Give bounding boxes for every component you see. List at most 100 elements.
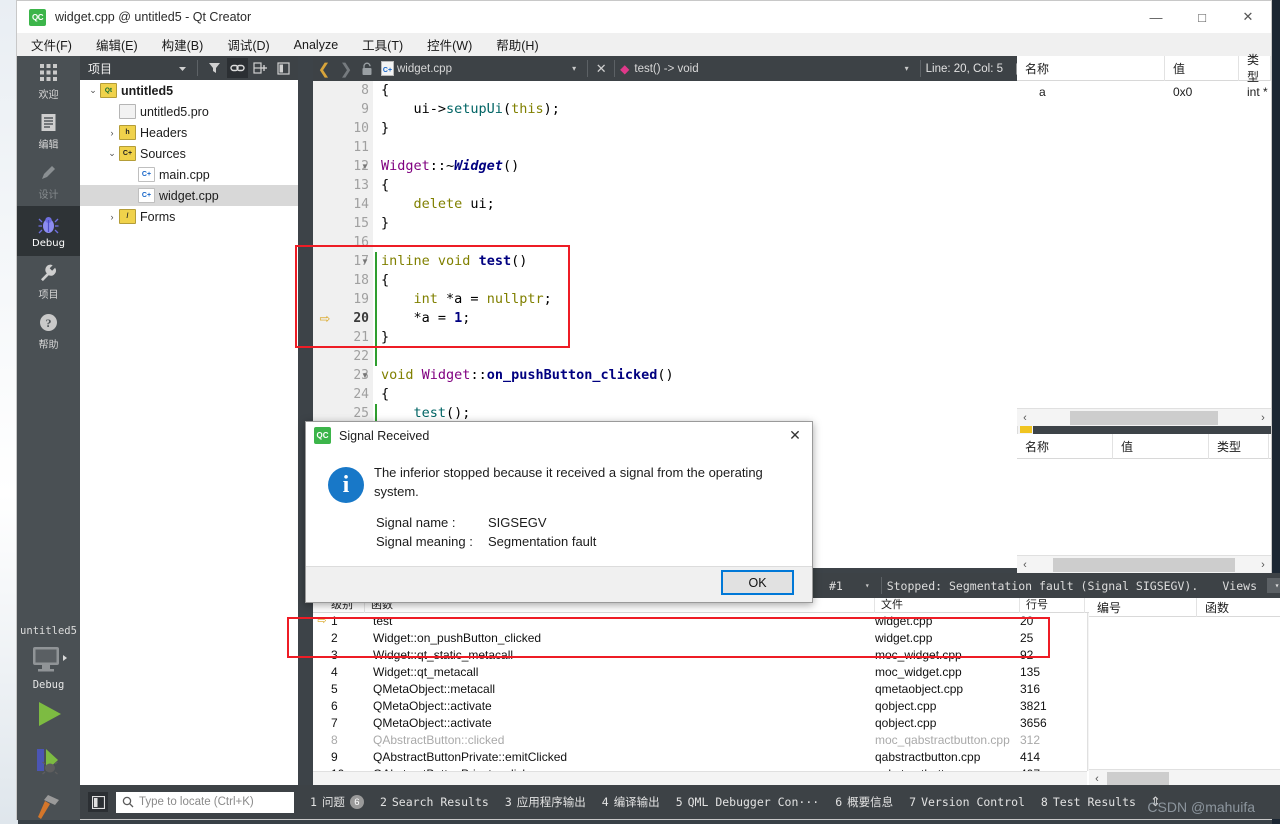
locals-rows[interactable]: a 0x0 int * xyxy=(1017,81,1271,102)
menu-analyze[interactable]: Analyze xyxy=(294,38,338,52)
menu-debug[interactable]: 调试(D) xyxy=(227,35,269,54)
minimize-icon[interactable]: — xyxy=(1133,1,1179,33)
code-line[interactable] xyxy=(373,233,1033,252)
menu-help[interactable]: 帮助(H) xyxy=(496,35,538,54)
code-line[interactable]: inline void test() xyxy=(373,252,1033,271)
code-line[interactable]: { xyxy=(373,176,1033,195)
watch-col-value[interactable]: 值 xyxy=(1113,433,1209,459)
mode-help[interactable]: ? 帮助 xyxy=(17,306,80,356)
stack-row[interactable]: 3 Widget::qt_static_metacall moc_widget.cp… xyxy=(313,647,1103,664)
fold-toggle-icon[interactable]: ▼ xyxy=(357,252,373,271)
lock-icon[interactable] xyxy=(357,62,377,76)
close-sidebar-icon[interactable] xyxy=(273,58,294,78)
editor-file-name[interactable]: widget.cpp xyxy=(397,63,452,75)
tree-item-main-cpp[interactable]: C+ main.cpp xyxy=(80,164,298,185)
mode-edit[interactable]: 编辑 xyxy=(17,106,80,156)
output-tab-2[interactable]: 2 Search Results xyxy=(380,795,489,809)
views-button[interactable]: Views xyxy=(1222,579,1257,593)
maximize-icon[interactable]: □ xyxy=(1179,1,1225,33)
split-add-icon[interactable] xyxy=(250,58,271,78)
output-tab-6[interactable]: 6 概要信息 xyxy=(835,794,893,810)
sidebar-toggle-icon[interactable] xyxy=(88,792,108,812)
watch-col-name[interactable]: 名称 xyxy=(1017,433,1113,459)
watch-hscrollbar[interactable]: ‹ › xyxy=(1017,555,1271,573)
menu-tools[interactable]: 工具(T) xyxy=(362,35,403,54)
code-line[interactable] xyxy=(373,138,1033,157)
output-pane-tabs[interactable]: 1 问题 6 2 Search Results 3 应用程序输出 4 编译输出 5 QML Debu… xyxy=(294,794,1136,810)
locals-col-value[interactable]: 值 xyxy=(1165,55,1239,81)
menu-edit[interactable]: 编辑(E) xyxy=(96,35,138,54)
code-line[interactable] xyxy=(373,347,1033,366)
watch-hscroll-thumb[interactable] xyxy=(1053,557,1235,572)
stack-rows[interactable]: ⇨ 1 test widget.cpp 20 2 Widget::on_pushButton… xyxy=(313,613,1103,783)
tree-item-forms[interactable]: › / Forms xyxy=(80,206,298,227)
file-dropdown-caret-icon[interactable]: ▾ xyxy=(572,64,576,73)
code-line[interactable]: } xyxy=(373,214,1033,233)
locals-col-type[interactable]: 类型 xyxy=(1239,53,1271,84)
scroll-left-icon[interactable]: ‹ xyxy=(1017,559,1033,571)
breakpoints-col-number[interactable]: 编号 xyxy=(1089,597,1197,617)
scroll-right-icon[interactable]: › xyxy=(1255,412,1271,424)
stack-row[interactable]: 4 Widget::qt_metacall moc_widget.cpp 135 xyxy=(313,664,1103,681)
thread-caret-icon[interactable]: ▾ xyxy=(865,581,870,590)
breakpoints-hscroll-thumb[interactable] xyxy=(1107,771,1169,786)
locals-col-name[interactable]: 名称 xyxy=(1017,55,1165,81)
code-line[interactable]: *a = 1; xyxy=(373,309,1033,328)
mode-projects[interactable]: 项目 xyxy=(17,256,80,306)
output-tab-8[interactable]: 8 Test Results xyxy=(1041,795,1136,809)
stack-row[interactable]: 7 QMetaObject::activate qobject.cpp 3656 xyxy=(313,715,1103,732)
code-line[interactable]: int *a = nullptr; xyxy=(373,290,1033,309)
tree-item-widget-cpp[interactable]: C+ widget.cpp xyxy=(80,185,298,206)
chevron-right-icon[interactable]: › xyxy=(105,212,119,222)
stack-row[interactable]: 2 Widget::on_pushButton_clicked widget.cpp… xyxy=(313,630,1103,647)
stack-row[interactable]: ⇨ 1 test widget.cpp 20 xyxy=(313,613,1103,630)
start-debugging-button[interactable] xyxy=(17,737,80,783)
chevron-down-icon[interactable]: ⌄ xyxy=(86,85,100,96)
ok-button[interactable]: OK xyxy=(721,570,794,595)
run-button[interactable] xyxy=(17,691,80,737)
watch-col-type[interactable]: 类型 xyxy=(1209,433,1269,459)
watch-rows[interactable] xyxy=(1017,459,1271,551)
tree-item-headers[interactable]: › h Headers xyxy=(80,122,298,143)
navigate-back-icon[interactable]: ❮ xyxy=(313,60,335,78)
project-tree[interactable]: ⌄ Qt untitled5 untitled5.pro › h Headers ⌄ C+ Sou… xyxy=(80,80,298,787)
stack-col-file[interactable]: 文件 xyxy=(875,598,1020,613)
breakpoints-rows[interactable] xyxy=(1089,617,1280,769)
fold-toggle-icon[interactable]: ▼ xyxy=(357,157,373,176)
close-icon[interactable]: ✕ xyxy=(1225,1,1271,33)
output-tab-1[interactable]: 1 问题 6 xyxy=(310,794,364,810)
scroll-right-icon[interactable]: › xyxy=(1255,559,1271,571)
build-button[interactable] xyxy=(17,783,80,824)
code-line[interactable]: void Widget::on_pushButton_clicked() xyxy=(373,366,1033,385)
link-icon[interactable] xyxy=(227,58,248,78)
stack-row[interactable]: 9 QAbstractButtonPrivate::emitClicked qabs… xyxy=(313,749,1103,766)
mode-design[interactable]: 设计 xyxy=(17,156,80,206)
code-line[interactable]: Widget::~Widget() xyxy=(373,157,1033,176)
views-caret-icon[interactable]: ▾ xyxy=(1267,578,1280,593)
tree-item-sources[interactable]: ⌄ C+ Sources xyxy=(80,143,298,164)
locator-input[interactable]: Type to locate (Ctrl+K) xyxy=(116,791,294,813)
navigate-forward-icon[interactable]: ❯ xyxy=(335,60,357,78)
kit-selector-button[interactable] xyxy=(17,637,80,683)
code-line[interactable]: ui->setupUi(this); xyxy=(373,100,1033,119)
mode-welcome[interactable]: 欢迎 xyxy=(17,56,80,106)
scroll-left-icon[interactable]: ‹ xyxy=(1089,773,1105,785)
code-line[interactable]: } xyxy=(373,328,1033,347)
breakpoints-col-function[interactable]: 函数 xyxy=(1197,598,1280,617)
code-line[interactable]: { xyxy=(373,385,1033,404)
code-line[interactable]: { xyxy=(373,81,1033,100)
filter-icon[interactable] xyxy=(204,58,225,78)
locals-row[interactable]: a 0x0 int * xyxy=(1017,81,1271,102)
watch-panel[interactable]: 名称 值 类型 ‹ › xyxy=(1017,433,1271,573)
menu-widgets[interactable]: 控件(W) xyxy=(427,35,472,54)
menu-file[interactable]: 文件(F) xyxy=(31,35,72,54)
stack-row[interactable]: 6 QMetaObject::activate qobject.cpp 3821 xyxy=(313,698,1103,715)
breakpoints-panel[interactable]: 编号 函数 ‹ › xyxy=(1089,597,1280,787)
code-line[interactable]: { xyxy=(373,271,1033,290)
thread-selector[interactable]: #1 xyxy=(829,579,843,593)
editor-symbol-name[interactable]: test() -> void xyxy=(634,63,698,75)
chevron-right-icon[interactable]: › xyxy=(105,128,119,138)
output-tab-7[interactable]: 7 Version Control xyxy=(909,795,1025,809)
scroll-left-icon[interactable]: ‹ xyxy=(1017,412,1033,424)
symbol-dropdown-caret-icon[interactable]: ▾ xyxy=(905,64,909,73)
